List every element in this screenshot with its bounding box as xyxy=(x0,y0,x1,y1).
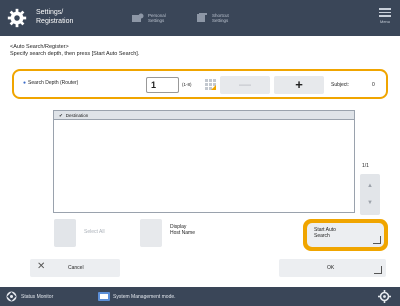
search-depth-range: (1-8) xyxy=(182,82,192,87)
instructions-title: <Auto Search/Register> xyxy=(10,44,69,50)
menu-label: Menu xyxy=(379,18,390,24)
personal-settings-button[interactable]: Personal Settings xyxy=(132,10,166,26)
subject-label: Subject: xyxy=(331,82,350,88)
shortcut-settings-icon xyxy=(197,13,207,22)
settings-registration-button[interactable]: Settings/ Registration xyxy=(36,8,73,26)
search-depth-input[interactable]: 1 xyxy=(146,77,179,93)
start-auto-search-button[interactable]: Start Auto Search xyxy=(303,219,388,251)
ok-label: OK xyxy=(327,265,335,271)
instructions: <Auto Search/Register> Specify search de… xyxy=(10,44,139,58)
shortcut-settings-button[interactable]: Shortcut Settings xyxy=(196,10,229,26)
select-all-label: Select All xyxy=(84,229,105,235)
cancel-label: Cancel xyxy=(68,265,84,271)
scroll-down-button[interactable]: ▼ xyxy=(360,191,380,215)
corner-icon xyxy=(373,236,381,244)
search-depth-label-text: Search Depth (Router) xyxy=(28,80,79,86)
header-title-line1: Settings/ xyxy=(36,9,64,16)
header-title-line2: Registration xyxy=(36,18,74,25)
settings-gear-icon[interactable] xyxy=(378,290,391,303)
menu-icon xyxy=(379,8,391,17)
system-management-label: System Management mode. xyxy=(113,294,176,300)
cancel-button[interactable]: ✕ Cancel xyxy=(30,259,120,277)
gear-icon xyxy=(7,8,27,28)
subject-count: 0 xyxy=(372,82,375,88)
display-host-name-label: Display Host Name xyxy=(170,224,195,236)
corner-icon xyxy=(374,266,382,274)
select-all-button[interactable] xyxy=(54,219,76,247)
ok-button[interactable]: OK xyxy=(279,259,386,277)
search-depth-row: ● Search Depth (Router) 1 (1-8) — + Subje… xyxy=(12,69,388,99)
decrease-depth-button[interactable]: — xyxy=(220,76,270,94)
shortcut-settings-label-line2: Settings xyxy=(212,18,229,23)
destination-column-header[interactable]: ✔ Destination xyxy=(54,111,354,120)
app-header: Settings/ Registration Personal Settings… xyxy=(0,0,400,36)
bullet-icon: ● xyxy=(23,80,27,86)
destination-list[interactable]: ✔ Destination xyxy=(53,110,355,213)
personal-settings-icon xyxy=(132,13,144,22)
close-icon: ✕ xyxy=(37,261,46,272)
menu-button[interactable]: Menu xyxy=(378,8,392,24)
destination-header-label: Destination xyxy=(65,113,89,118)
checkmark-icon: ✔ xyxy=(59,113,63,118)
system-management-icon xyxy=(98,292,110,301)
numeric-keypad-icon[interactable] xyxy=(205,79,216,90)
status-monitor-icon[interactable] xyxy=(6,291,17,302)
display-host-name-line2: Host Name xyxy=(170,230,196,236)
page-indicator: 1/1 xyxy=(362,163,369,169)
start-auto-search-inner: Start Auto Search xyxy=(307,223,384,247)
display-host-name-button[interactable] xyxy=(140,219,162,247)
personal-settings-label-line2: Settings xyxy=(148,18,165,23)
status-bar: Status Monitor System Management mode. xyxy=(0,287,400,306)
increase-depth-button[interactable]: + xyxy=(274,76,324,94)
search-depth-label: ● Search Depth (Router) xyxy=(23,80,78,86)
status-monitor-label[interactable]: Status Monitor xyxy=(21,294,53,300)
instructions-text: Specify search depth, then press [Start … xyxy=(10,51,140,57)
